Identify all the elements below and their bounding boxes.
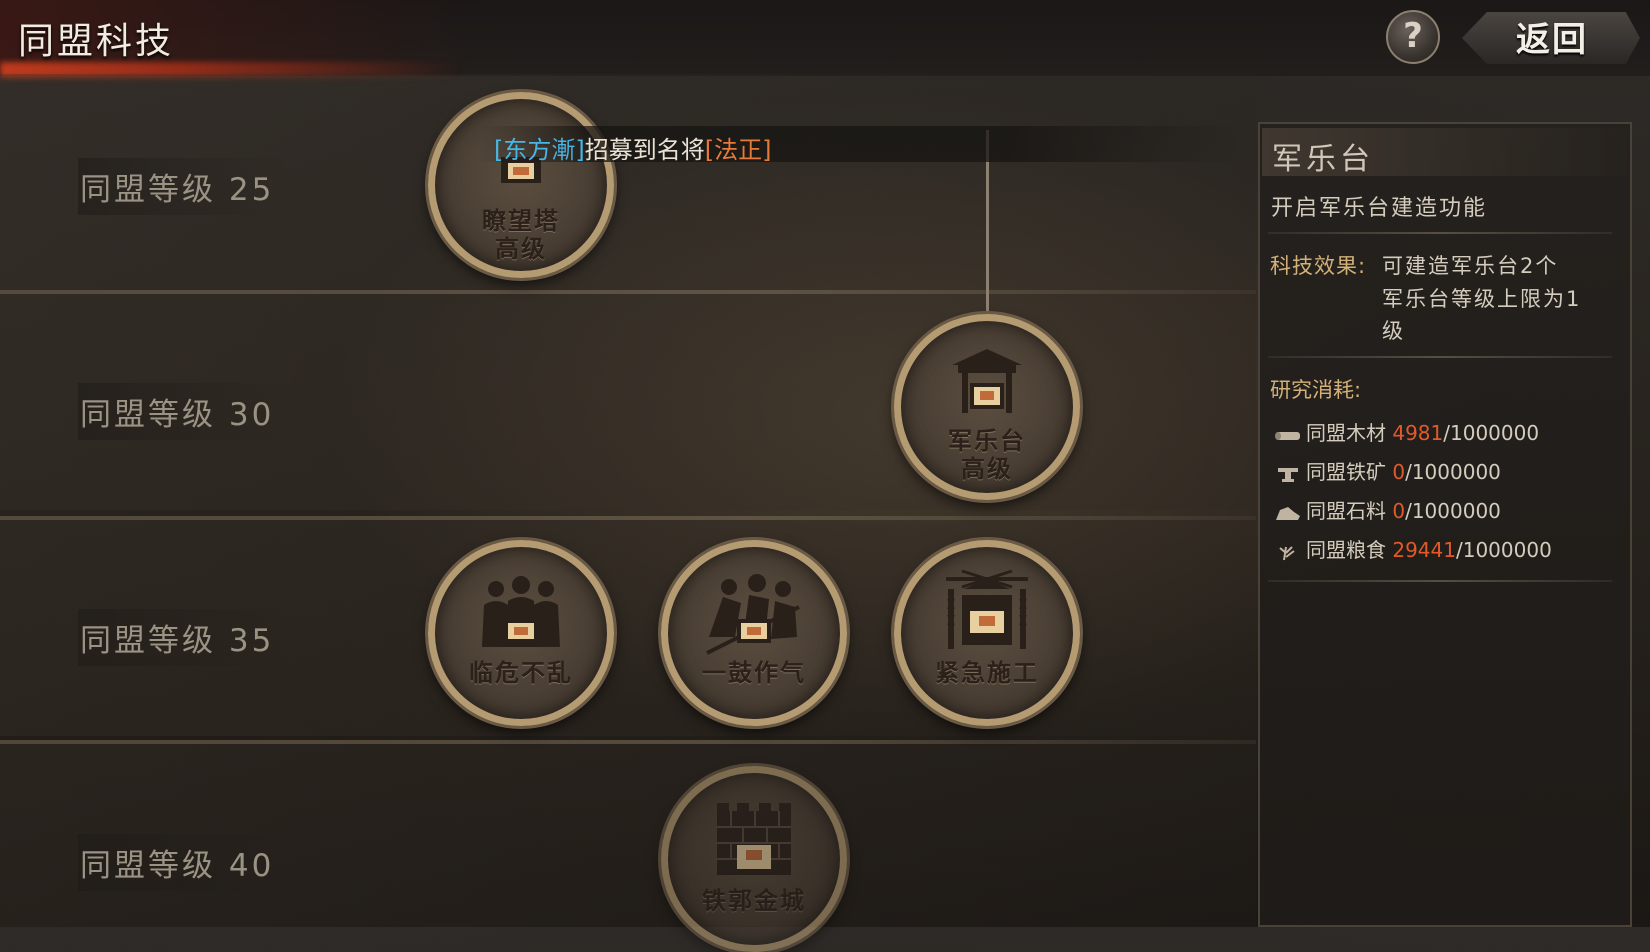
tech-node-label: 一鼓作气 — [702, 659, 806, 687]
tech-node-label: 军乐台 — [948, 427, 1026, 455]
panel-title: 军乐台 — [1272, 142, 1374, 177]
cost-row-wood: 同盟木材 4981/1000000 — [1274, 417, 1539, 447]
fortress-wall-icon — [717, 803, 791, 875]
scaffold-icon — [946, 569, 1028, 649]
tech-node-sublabel: 高级 — [495, 235, 547, 263]
soldiers-icon — [482, 576, 560, 647]
broadcast-text: 招募到名将 — [584, 136, 705, 164]
tech-node-label: 临危不乱 — [469, 659, 573, 687]
tech-node-watchtower[interactable]: 瞭望塔 高级 — [428, 92, 614, 278]
effect-line: 可建造军乐台2个 — [1382, 254, 1559, 278]
effect-line: 军乐台等级上限为1 — [1382, 287, 1582, 311]
cost-current: 4981 — [1392, 421, 1444, 445]
cost-current: 0 — [1392, 499, 1406, 523]
cost-total: /1000000 — [1443, 421, 1540, 445]
level-label: 同盟等级 35 — [78, 609, 289, 666]
tech-node-label: 铁郭金城 — [702, 887, 806, 915]
cost-label: 研究消耗: — [1270, 378, 1362, 402]
cost-total: /1000000 — [1405, 460, 1501, 484]
music-stage-icon — [952, 349, 1022, 413]
tech-node-label: 瞭望塔 — [482, 207, 560, 235]
panel-description: 开启军乐台建造功能 — [1271, 196, 1488, 221]
tech-node-iron-fortress[interactable]: 铁郭金城 — [661, 766, 847, 952]
cost-row-iron: 同盟铁矿 0/1000000 — [1274, 456, 1501, 486]
cost-current: 29441 — [1392, 538, 1456, 562]
effect-label: 科技效果: — [1270, 254, 1367, 278]
panel-divider — [1268, 580, 1612, 582]
tech-node-music-stage[interactable]: 军乐台 高级 — [894, 314, 1080, 500]
tech-node-one-drum[interactable]: 一鼓作气 — [661, 540, 847, 726]
level-label: 同盟等级 40 — [78, 834, 289, 891]
cost-name: 同盟石料 — [1306, 499, 1386, 523]
panel-divider — [1268, 356, 1612, 358]
cost-row-grain: 同盟粮食 29441/1000000 — [1274, 534, 1552, 564]
wood-icon — [1275, 431, 1300, 440]
level-label: 同盟等级 25 — [78, 158, 289, 215]
charging-soldiers-icon — [706, 574, 800, 655]
broadcast-player-name[interactable]: [东方漸] — [494, 136, 585, 164]
cost-name: 同盟粮食 — [1306, 538, 1386, 562]
cost-row-stone: 同盟石料 0/1000000 — [1274, 495, 1501, 525]
stone-icon — [1276, 506, 1300, 520]
grain-icon — [1279, 545, 1295, 560]
help-button[interactable]: ? — [1386, 10, 1440, 64]
panel-divider — [1268, 232, 1612, 234]
effect-line: 级 — [1382, 319, 1405, 343]
tech-node-urgent-construction[interactable]: 紧急施工 — [894, 540, 1080, 726]
tech-node-label: 紧急施工 — [935, 659, 1039, 687]
tech-node-calm-in-danger[interactable]: 临危不乱 — [428, 540, 614, 726]
iron-ore-icon — [1278, 467, 1298, 482]
tech-node-sublabel: 高级 — [961, 455, 1013, 483]
cost-current: 0 — [1392, 460, 1406, 484]
cost-total: /1000000 — [1455, 538, 1552, 562]
cost-total: /1000000 — [1405, 499, 1501, 523]
cost-name: 同盟铁矿 — [1306, 460, 1386, 484]
broadcast-general-name: [法正] — [704, 136, 772, 164]
level-label: 同盟等级 30 — [78, 383, 289, 440]
broadcast-message: [东方漸]招募到名将[法正] — [494, 130, 771, 165]
back-button-label[interactable]: 返回 — [1516, 12, 1588, 61]
page-title: 同盟科技 — [18, 21, 175, 62]
cost-name: 同盟木材 — [1306, 421, 1386, 445]
